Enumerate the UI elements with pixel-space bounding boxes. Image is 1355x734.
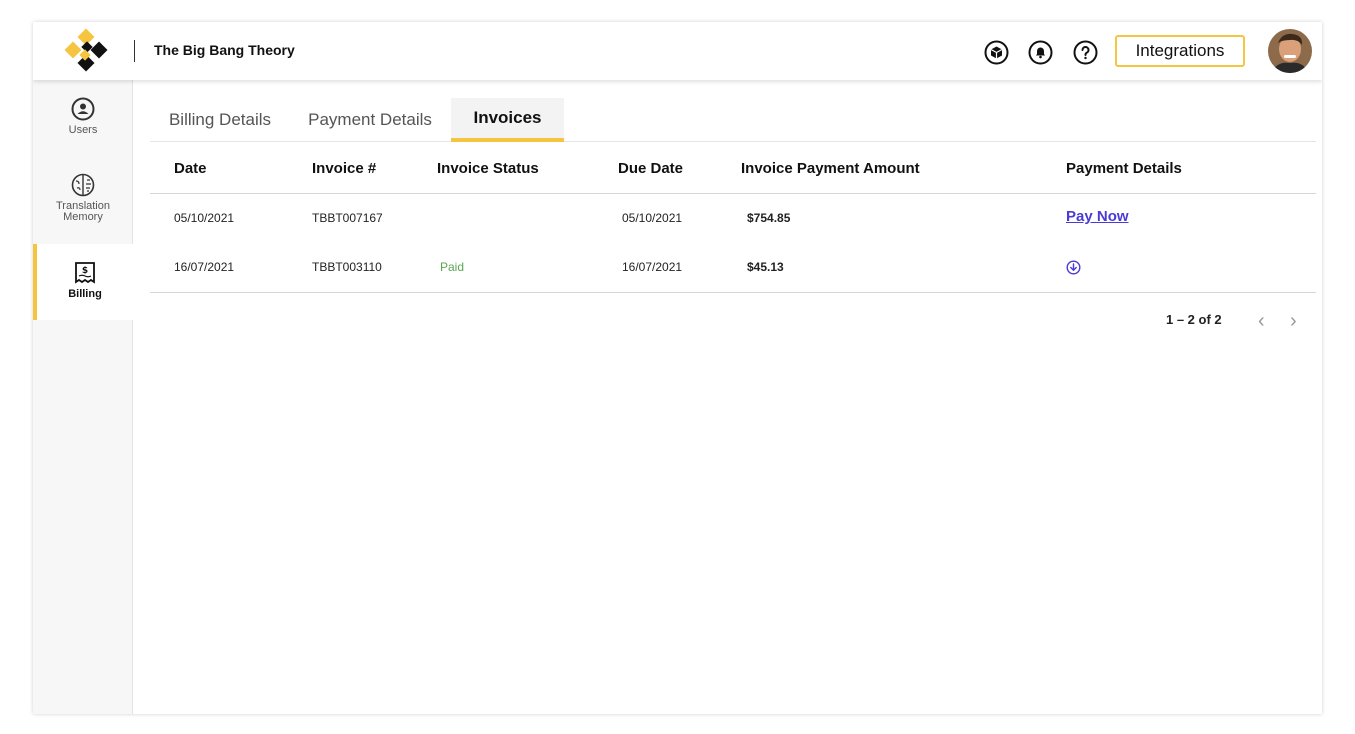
column-header-due-date[interactable]: Due Date bbox=[618, 160, 683, 177]
cell-amount: $754.85 bbox=[747, 211, 791, 225]
pagination-range: 1 – 2 of 2 bbox=[1166, 312, 1222, 327]
cell-status: Paid bbox=[440, 260, 465, 274]
user-icon bbox=[70, 96, 96, 122]
pay-now-link[interactable]: Pay Now bbox=[1066, 208, 1129, 225]
sidebar-item-label: Translation Memory bbox=[55, 200, 110, 223]
cell-invoice-number: TBBT007167 bbox=[312, 211, 383, 225]
table-header: Date Invoice # Invoice Status Due Date I… bbox=[150, 144, 1316, 194]
sidebar: Users Translation Memory $ Billing bbox=[33, 80, 133, 714]
sidebar-item-label: Users bbox=[68, 124, 98, 136]
chevron-left-icon[interactable]: ‹ bbox=[1258, 311, 1265, 331]
sidebar-item-billing[interactable]: $ Billing bbox=[33, 244, 133, 320]
avatar[interactable] bbox=[1268, 29, 1312, 73]
cell-date: 16/07/2021 bbox=[174, 260, 235, 274]
svg-text:$: $ bbox=[82, 266, 88, 276]
column-header-payment-details[interactable]: Payment Details bbox=[1066, 160, 1182, 177]
help-icon[interactable] bbox=[1073, 40, 1098, 65]
cell-due-date: 16/07/2021 bbox=[622, 260, 683, 274]
cell-invoice-number: TBBT003110 bbox=[312, 260, 382, 274]
cell-due-date: 05/10/2021 bbox=[622, 211, 683, 225]
table-bottom-divider bbox=[150, 292, 1316, 293]
pagination: 1 – 2 of 2 ‹ › bbox=[1166, 311, 1316, 332]
column-header-invoice-number[interactable]: Invoice # bbox=[312, 160, 376, 177]
cube-icon[interactable] bbox=[984, 40, 1009, 65]
download-icon[interactable] bbox=[1066, 260, 1081, 275]
table-row: 16/07/2021 TBBT003110 Paid 16/07/2021 $4… bbox=[150, 243, 1316, 292]
sidebar-item-translation-memory[interactable]: Translation Memory bbox=[33, 172, 133, 223]
tab-payment-details[interactable]: Payment Details bbox=[290, 98, 450, 142]
column-header-invoice-status[interactable]: Invoice Status bbox=[437, 160, 539, 177]
brain-icon bbox=[70, 172, 96, 198]
tab-billing-details[interactable]: Billing Details bbox=[150, 98, 290, 142]
sidebar-item-label: Billing bbox=[68, 288, 102, 300]
sidebar-item-users[interactable]: Users bbox=[33, 96, 133, 136]
app-window: The Big Bang Theory Integrations Users T… bbox=[33, 22, 1322, 714]
tab-bar: Billing Details Payment Details Invoices bbox=[150, 98, 1316, 142]
header-divider bbox=[134, 40, 135, 62]
invoice-table: Date Invoice # Invoice Status Due Date I… bbox=[150, 144, 1316, 293]
tab-invoices[interactable]: Invoices bbox=[451, 98, 564, 142]
bell-icon[interactable] bbox=[1028, 40, 1053, 65]
column-header-date[interactable]: Date bbox=[174, 160, 207, 177]
receipt-icon: $ bbox=[72, 260, 98, 286]
top-bar: The Big Bang Theory Integrations bbox=[33, 22, 1322, 80]
cell-date: 05/10/2021 bbox=[174, 211, 235, 225]
column-header-amount[interactable]: Invoice Payment Amount bbox=[741, 160, 920, 177]
integrations-button[interactable]: Integrations bbox=[1115, 35, 1245, 67]
project-name: The Big Bang Theory bbox=[154, 42, 295, 58]
table-row: 05/10/2021 TBBT007167 05/10/2021 $754.85… bbox=[150, 194, 1316, 243]
cell-amount: $45.13 bbox=[747, 260, 784, 274]
chevron-right-icon[interactable]: › bbox=[1290, 311, 1297, 331]
logo-icon[interactable] bbox=[63, 28, 109, 74]
